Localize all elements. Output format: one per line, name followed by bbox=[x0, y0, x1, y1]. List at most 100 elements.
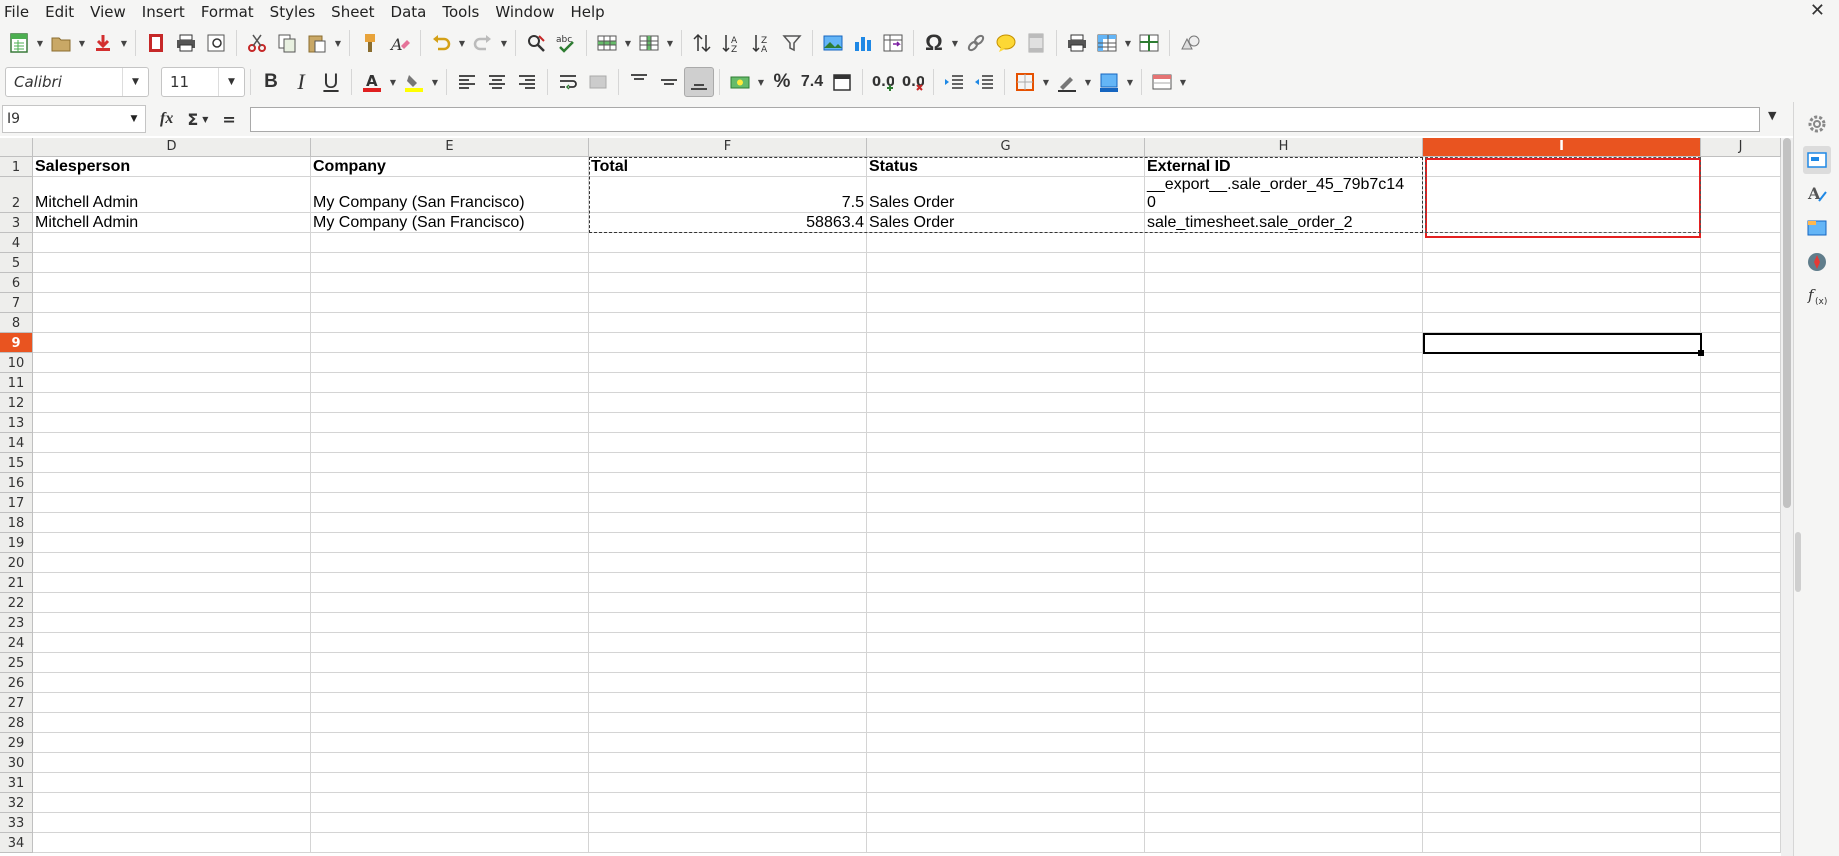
italic-button[interactable]: I bbox=[286, 67, 316, 97]
border-style-icon[interactable] bbox=[1052, 67, 1082, 97]
row-header-4[interactable]: 4 bbox=[0, 233, 33, 253]
cell-D11[interactable] bbox=[33, 373, 311, 393]
row-icon[interactable] bbox=[592, 28, 622, 58]
chevron-down-icon[interactable]: ▼ bbox=[429, 67, 441, 97]
column-header-E[interactable]: E bbox=[311, 138, 589, 157]
cell-F19[interactable] bbox=[589, 533, 867, 553]
cell-E16[interactable] bbox=[311, 473, 589, 493]
freeze-rows-columns-icon[interactable] bbox=[1092, 28, 1122, 58]
row-header-15[interactable]: 15 bbox=[0, 453, 33, 473]
cell-H21[interactable] bbox=[1145, 573, 1423, 593]
cell-I12[interactable] bbox=[1423, 393, 1701, 413]
cell-I8[interactable] bbox=[1423, 313, 1701, 333]
cell-E23[interactable] bbox=[311, 613, 589, 633]
font-size-combobox[interactable]: 11 ▼ bbox=[161, 67, 245, 97]
cell-H3[interactable]: sale_timesheet.sale_order_2 bbox=[1145, 213, 1423, 233]
sort-descending-icon[interactable]: ZA bbox=[747, 28, 777, 58]
cell-E18[interactable] bbox=[311, 513, 589, 533]
cell-I10[interactable] bbox=[1423, 353, 1701, 373]
cell-J16[interactable] bbox=[1701, 473, 1781, 493]
cell-H23[interactable] bbox=[1145, 613, 1423, 633]
merge-cells-icon[interactable] bbox=[583, 67, 613, 97]
menu-help[interactable]: Help bbox=[562, 0, 612, 24]
cell-I20[interactable] bbox=[1423, 553, 1701, 573]
sort-icon[interactable] bbox=[687, 28, 717, 58]
cell-E30[interactable] bbox=[311, 753, 589, 773]
fill-handle[interactable] bbox=[1698, 350, 1704, 356]
gallery-icon[interactable] bbox=[1803, 214, 1831, 242]
cell-F12[interactable] bbox=[589, 393, 867, 413]
cell-G14[interactable] bbox=[867, 433, 1145, 453]
cell-J14[interactable] bbox=[1701, 433, 1781, 453]
cell-D25[interactable] bbox=[33, 653, 311, 673]
cell-D17[interactable] bbox=[33, 493, 311, 513]
cell-E28[interactable] bbox=[311, 713, 589, 733]
cell-I17[interactable] bbox=[1423, 493, 1701, 513]
row-header-12[interactable]: 12 bbox=[0, 393, 33, 413]
currency-format-icon[interactable] bbox=[725, 67, 755, 97]
cell-E24[interactable] bbox=[311, 633, 589, 653]
cell-H19[interactable] bbox=[1145, 533, 1423, 553]
vertical-scrollbar[interactable] bbox=[1781, 138, 1793, 856]
cell-J12[interactable] bbox=[1701, 393, 1781, 413]
cell-F31[interactable] bbox=[589, 773, 867, 793]
cell-F29[interactable] bbox=[589, 733, 867, 753]
close-document-icon[interactable]: ✕ bbox=[1810, 0, 1825, 22]
cell-H17[interactable] bbox=[1145, 493, 1423, 513]
cell-G28[interactable] bbox=[867, 713, 1145, 733]
cell-G13[interactable] bbox=[867, 413, 1145, 433]
menu-data[interactable]: Data bbox=[383, 0, 435, 24]
menu-tools[interactable]: Tools bbox=[434, 0, 487, 24]
find-replace-icon[interactable] bbox=[521, 28, 551, 58]
cell-G29[interactable] bbox=[867, 733, 1145, 753]
cell-E21[interactable] bbox=[311, 573, 589, 593]
cell-D8[interactable] bbox=[33, 313, 311, 333]
cell-I11[interactable] bbox=[1423, 373, 1701, 393]
cell-E27[interactable] bbox=[311, 693, 589, 713]
chevron-down-icon[interactable]: ▼ bbox=[202, 115, 208, 124]
copy-icon[interactable] bbox=[272, 28, 302, 58]
cell-F16[interactable] bbox=[589, 473, 867, 493]
cell-E29[interactable] bbox=[311, 733, 589, 753]
cell-H6[interactable] bbox=[1145, 273, 1423, 293]
cell-F9[interactable] bbox=[589, 333, 867, 353]
row-header-10[interactable]: 10 bbox=[0, 353, 33, 373]
row-header-32[interactable]: 32 bbox=[0, 793, 33, 813]
cell-H7[interactable] bbox=[1145, 293, 1423, 313]
cell-H10[interactable] bbox=[1145, 353, 1423, 373]
underline-button[interactable]: U bbox=[316, 67, 346, 97]
cell-G25[interactable] bbox=[867, 653, 1145, 673]
cell-I27[interactable] bbox=[1423, 693, 1701, 713]
cell-J5[interactable] bbox=[1701, 253, 1781, 273]
cell-D3[interactable]: Mitchell Admin bbox=[33, 213, 311, 233]
row-header-26[interactable]: 26 bbox=[0, 673, 33, 693]
cell-G32[interactable] bbox=[867, 793, 1145, 813]
cell-G27[interactable] bbox=[867, 693, 1145, 713]
chevron-down-icon[interactable]: ▼ bbox=[123, 114, 145, 124]
percent-format-button[interactable]: % bbox=[767, 67, 797, 97]
cell-F13[interactable] bbox=[589, 413, 867, 433]
cell-J6[interactable] bbox=[1701, 273, 1781, 293]
cell-F27[interactable] bbox=[589, 693, 867, 713]
cell-J26[interactable] bbox=[1701, 673, 1781, 693]
chevron-down-icon[interactable]: ▼ bbox=[622, 28, 634, 58]
chevron-down-icon[interactable]: ▼ bbox=[122, 68, 148, 96]
clone-formatting-icon[interactable] bbox=[355, 28, 385, 58]
new-document-icon[interactable] bbox=[4, 28, 34, 58]
row-header-19[interactable]: 19 bbox=[0, 533, 33, 553]
cell-D14[interactable] bbox=[33, 433, 311, 453]
cell-D13[interactable] bbox=[33, 413, 311, 433]
cell-D2[interactable]: Mitchell Admin bbox=[33, 177, 311, 213]
cell-G2[interactable]: Sales Order bbox=[867, 177, 1145, 213]
cell-J29[interactable] bbox=[1701, 733, 1781, 753]
cell-D24[interactable] bbox=[33, 633, 311, 653]
cell-G10[interactable] bbox=[867, 353, 1145, 373]
cell-H29[interactable] bbox=[1145, 733, 1423, 753]
cell-J4[interactable] bbox=[1701, 233, 1781, 253]
add-decimal-icon[interactable]: 0.0 bbox=[868, 67, 898, 97]
row-header-7[interactable]: 7 bbox=[0, 293, 33, 313]
bold-button[interactable]: B bbox=[256, 67, 286, 97]
menu-format[interactable]: Format bbox=[193, 0, 262, 24]
row-header-17[interactable]: 17 bbox=[0, 493, 33, 513]
row-header-24[interactable]: 24 bbox=[0, 633, 33, 653]
